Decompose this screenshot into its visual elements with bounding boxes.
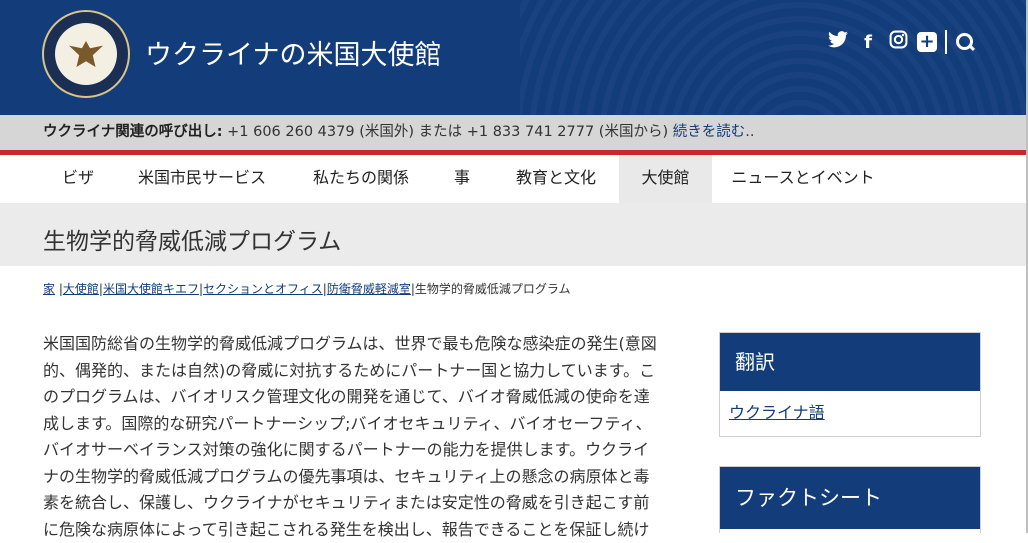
nav-item-citizen-services[interactable]: 米国市民サービス [113, 155, 291, 203]
translate-panel-title: 翻訳 [720, 333, 980, 391]
translate-panel-body: ウクライナ語 [720, 391, 980, 431]
nav-item-news-events[interactable]: ニュースとイベント [712, 155, 894, 203]
instagram-icon[interactable] [887, 30, 909, 54]
eagle-icon [69, 41, 103, 67]
search-icon[interactable] [955, 32, 975, 52]
title-band: 生物学的脅威低減プログラム [0, 203, 1028, 266]
social-divider [945, 30, 947, 54]
alert-bar: ウクライナ関連の呼び出し: +1 606 260 4379 (米国外) または … [0, 115, 1028, 150]
nav-item-business[interactable]: 事 [431, 155, 493, 203]
alert-text: +1 606 260 4379 (米国外) または +1 833 741 277… [222, 124, 673, 140]
breadcrumb-link-embassy-kyiv[interactable]: 米国大使館キエフ [103, 282, 199, 296]
factsheet-panel-title: ファクトシート [720, 467, 980, 529]
article-body: 米国国防総省の生物学的脅威低減プログラムは、世界で最も危険な感染症の発生(意図的… [43, 334, 657, 539]
alert-label: ウクライナ関連の呼び出し: [43, 124, 223, 140]
nav-item-relations[interactable]: 私たちの関係 [291, 155, 431, 203]
alert-content: ウクライナ関連の呼び出し: +1 606 260 4379 (米国外) または … [43, 116, 754, 149]
breadcrumb: 家 |大使館|米国大使館キエフ|セクションとオフィス|防衛脅威軽減室|生物学的脅… [43, 282, 571, 296]
breadcrumb-link-home[interactable]: 家 [43, 282, 55, 296]
breadcrumb-current: 生物学的脅威低減プログラム [414, 282, 571, 296]
seal-inner [55, 23, 117, 85]
alert-suffix: .. [745, 124, 755, 140]
alert-read-more-link[interactable]: 続きを読む [673, 124, 746, 140]
page-title: 生物学的脅威低減プログラム [43, 229, 342, 255]
twitter-icon[interactable] [827, 31, 849, 53]
nav-item-embassy[interactable]: 大使館 [619, 155, 712, 203]
ukrainian-language-link[interactable]: ウクライナ語 [729, 403, 825, 422]
main-nav: ビザ 米国市民サービス 私たちの関係 事 教育と文化 大使館 ニュースとイベント [0, 155, 1028, 203]
site-title[interactable]: ウクライナの米国大使館 [145, 33, 441, 72]
nav-item-visa[interactable]: ビザ [43, 155, 113, 203]
nav-item-education-culture[interactable]: 教育と文化 [493, 155, 619, 203]
breadcrumb-link-dtra[interactable]: 防衛脅威軽減室 [327, 282, 411, 296]
breadcrumb-link-embassy[interactable]: 大使館 [63, 282, 99, 296]
site-header: ウクライナの米国大使館 f + [0, 0, 1028, 115]
translate-panel: 翻訳 ウクライナ語 [719, 332, 981, 437]
facebook-icon[interactable]: f [857, 32, 879, 53]
factsheet-panel: ファクトシート [719, 466, 981, 533]
department-seal-logo[interactable] [42, 10, 130, 98]
breadcrumb-link-sections-offices[interactable]: セクションとオフィス [203, 282, 323, 296]
social-links: f + [827, 30, 975, 54]
plus-share-icon[interactable]: + [917, 32, 937, 52]
